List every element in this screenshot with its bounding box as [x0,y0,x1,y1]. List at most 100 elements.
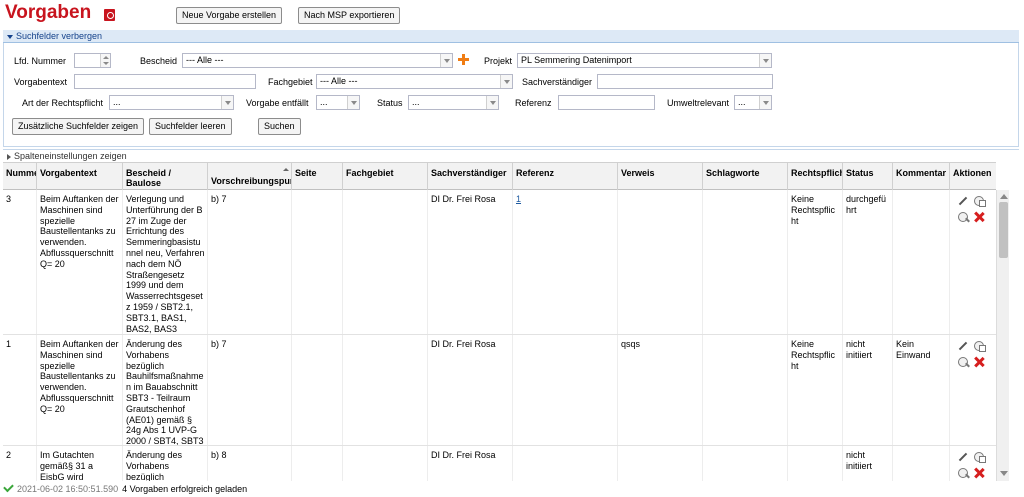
scroll-up-icon[interactable] [1000,194,1008,199]
cell-seite [292,446,343,481]
column-header-rechtspflicht[interactable]: Rechtspflicht [788,163,843,190]
cell-verweis: qsqs [618,335,703,445]
column-settings-toggle[interactable]: Spalteneinstellungen zeigen [3,149,1019,161]
copy-icon[interactable] [974,452,986,463]
column-header-status[interactable]: Status [843,163,893,190]
cell-vorschreibungspunkt: b) 7 [208,335,292,445]
copy-icon[interactable] [974,341,986,352]
grid-body: 3 Beim Auftanken der Maschinen sind spez… [3,190,996,481]
scroll-down-icon[interactable] [1000,471,1008,476]
details-icon[interactable] [958,468,968,478]
chevron-down-icon[interactable] [759,96,771,109]
cell-kommentar: Kein Einwand [893,335,950,445]
cell-rechtspflicht: Keine Rechtspflicht [788,190,843,334]
collapse-triangle-icon [7,34,13,39]
column-header-vorschreibungspunkt[interactable]: Vorschreibungspunkt [208,163,292,190]
export-msp-button[interactable]: Nach MSP exportieren [298,7,401,24]
cell-rechtspflicht: Keine Rechtspflicht [788,335,843,445]
sachverstaendiger-input[interactable] [597,74,773,89]
cell-nummer: 2 [3,446,37,481]
add-bescheid-icon[interactable] [458,54,469,65]
details-icon[interactable] [958,357,968,367]
sort-ascending-icon[interactable] [283,168,289,171]
cell-sachverstaendiger: DI Dr. Frei Rosa [428,446,513,481]
referenz-link[interactable]: 1 [516,194,521,204]
details-icon[interactable] [958,212,968,222]
status-bar: 2021-06-02 16:50:51.590 4 Vorgaben erfolg… [0,481,1024,497]
chevron-down-icon[interactable] [486,96,498,109]
new-vorgabe-button[interactable]: Neue Vorgabe erstellen [176,7,283,24]
table-row[interactable]: 1 Beim Auftanken der Maschinen sind spez… [3,335,996,446]
stepper-icon[interactable] [100,54,110,67]
delete-icon[interactable] [974,357,984,367]
top-bar: Vorgaben Neue Vorgabe erstellen Nach MSP… [0,0,1024,28]
chevron-down-icon[interactable] [440,54,452,67]
cell-status: nicht initiiert [843,446,893,481]
cell-schlagworte [703,335,788,445]
referenz-label: Referenz [515,98,552,108]
cell-aktionen [950,190,996,334]
delete-icon[interactable] [974,212,984,222]
table-row[interactable]: 3 Beim Auftanken der Maschinen sind spez… [3,190,996,335]
search-panel-toggle[interactable]: Suchfelder verbergen [3,30,1019,43]
art-rechtspflicht-select[interactable]: ... [109,95,234,110]
fachgebiet-label: Fachgebiet [268,77,313,87]
sachverstaendiger-label: Sachverständiger [522,77,593,87]
status-select[interactable]: ... [408,95,499,110]
cell-seite [292,190,343,334]
pdf-icon[interactable] [104,9,115,21]
vorgabe-entfaellt-select[interactable]: ... [316,95,360,110]
column-header-bescheid[interactable]: Bescheid / Baulose [123,163,208,190]
column-header-kommentar[interactable]: Kommentar [893,163,950,190]
lfd-nummer-input[interactable] [74,53,111,68]
chevron-down-icon[interactable] [500,75,512,88]
edit-icon[interactable] [958,453,967,462]
fachgebiet-select[interactable]: --- Alle --- [316,74,513,89]
cell-bescheid: Änderung des Vorhabens bezüglich Bauhilf… [123,335,208,445]
column-header-vorgabentext[interactable]: Vorgabentext [37,163,123,190]
cell-sachverstaendiger: DI Dr. Frei Rosa [428,190,513,334]
referenz-input[interactable] [558,95,655,110]
delete-icon[interactable] [974,468,984,478]
column-header-sachverstaendiger[interactable]: Sachverständiger [428,163,513,190]
column-header-seite[interactable]: Seite [292,163,343,190]
cell-nummer: 1 [3,335,37,445]
cell-verweis [618,190,703,334]
grid-scrollbar[interactable] [996,190,1009,481]
chevron-down-icon[interactable] [759,54,771,67]
cell-schlagworte [703,190,788,334]
column-header-referenz[interactable]: Referenz [513,163,618,190]
cell-kommentar [893,190,950,334]
column-header-fachgebiet[interactable]: Fachgebiet [343,163,428,190]
chevron-down-icon[interactable] [347,96,359,109]
edit-icon[interactable] [958,342,967,351]
vorgabentext-label: Vorgabentext [14,77,68,87]
column-header-verweis[interactable]: Verweis [618,163,703,190]
cell-referenz [513,335,618,445]
cell-vorgabentext: Im Gutachten gemäß§ 31 a EisbG wird [37,446,123,481]
cell-seite [292,335,343,445]
more-search-fields-button[interactable]: Zusätzliche Suchfelder zeigen [12,118,145,135]
vorgabentext-input[interactable] [74,74,256,89]
check-icon [3,481,14,493]
cell-rechtspflicht [788,446,843,481]
cell-aktionen [950,446,996,481]
column-header-schlagworte[interactable]: Schlagworte [703,163,788,190]
chevron-down-icon[interactable] [221,96,233,109]
table-row[interactable]: 2 Im Gutachten gemäß§ 31 a EisbG wird Än… [3,446,996,481]
page-title: Vorgaben [5,2,92,23]
clear-search-fields-button[interactable]: Suchfelder leeren [149,118,232,135]
bescheid-select[interactable]: --- Alle --- [182,53,453,68]
projekt-select[interactable]: PL Semmering Datenimport [517,53,772,68]
search-button[interactable]: Suchen [258,118,301,135]
column-header-nummer[interactable]: Nummer [3,163,37,190]
cell-status: nicht initiiert [843,335,893,445]
cell-bescheid: Änderung des Vorhabens bezüglich [123,446,208,481]
copy-icon[interactable] [974,196,986,207]
cell-nummer: 3 [3,190,37,334]
edit-icon[interactable] [958,197,967,206]
scroll-thumb[interactable] [999,202,1008,258]
umweltrelevant-select[interactable]: ... [734,95,772,110]
cell-kommentar [893,446,950,481]
column-header-aktionen[interactable]: Aktionen [950,163,996,190]
